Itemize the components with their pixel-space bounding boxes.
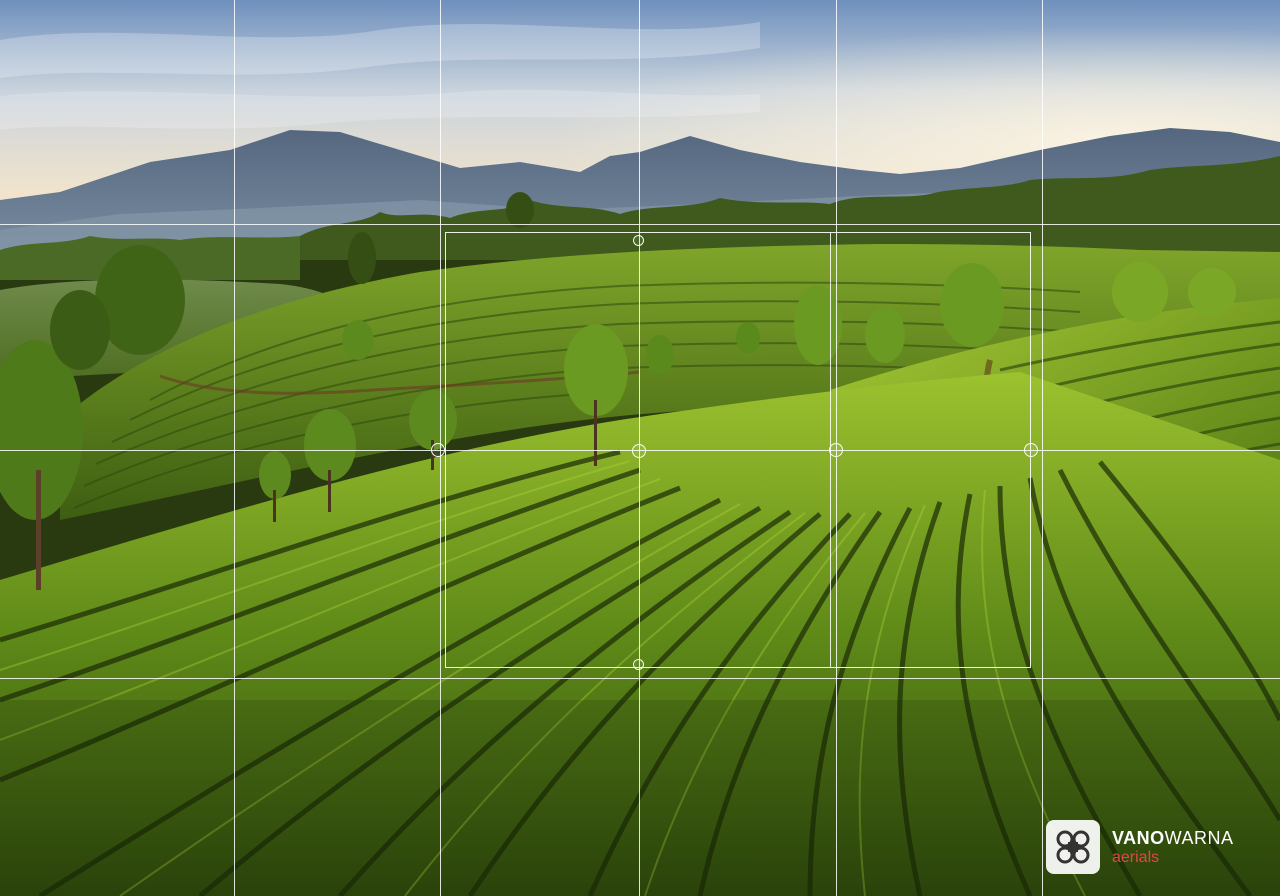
circle-handle-icon[interactable] — [431, 443, 445, 457]
grid-line-vertical — [234, 0, 235, 896]
photo-editor-canvas[interactable]: VANOWARNA aerials — [0, 0, 1280, 896]
circle-handle-icon[interactable] — [829, 443, 843, 457]
circle-handle-icon[interactable] — [1024, 443, 1038, 457]
crop-box[interactable] — [445, 232, 1031, 668]
brand-bold: VANO — [1112, 828, 1165, 848]
grid-line-vertical — [1042, 0, 1043, 896]
quadcopter-logo-icon — [1046, 820, 1100, 874]
grid-line-horizontal — [0, 678, 1280, 679]
brand-regular: WARNA — [1164, 828, 1234, 848]
grid-line-horizontal — [0, 224, 1280, 225]
circle-handle-icon[interactable] — [632, 444, 646, 458]
brand-watermark: VANOWARNA aerials — [1044, 818, 1270, 880]
circle-handle-icon[interactable] — [633, 235, 644, 246]
circle-handle-icon[interactable] — [633, 659, 644, 670]
brand-subtitle: aerials — [1112, 849, 1160, 866]
brand-name: VANOWARNA aerials — [1112, 828, 1234, 868]
